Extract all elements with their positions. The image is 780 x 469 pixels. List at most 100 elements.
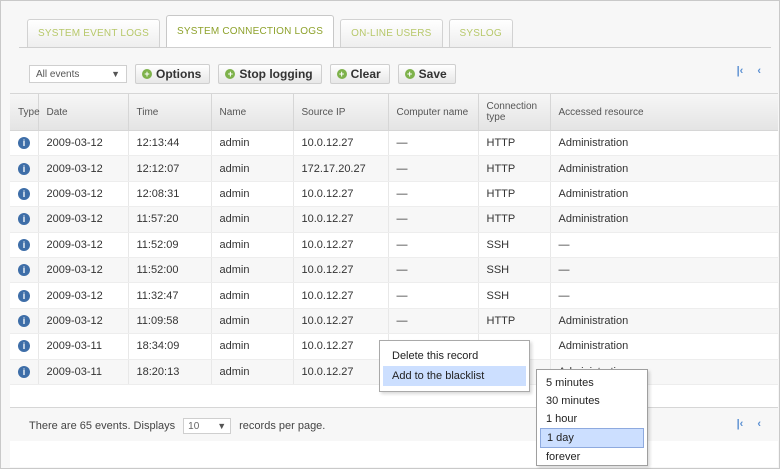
first-page-icon[interactable]: |‹ xyxy=(737,418,744,430)
computer-name-cell: — xyxy=(388,130,479,157)
menu-item-add-to-blacklist[interactable]: Add to the blacklist xyxy=(383,366,526,386)
accessed-resource-cell: Administration xyxy=(550,130,778,157)
stop-icon: + xyxy=(225,69,236,79)
computer-name-cell: — xyxy=(388,181,479,208)
computer-name-cell: — xyxy=(388,282,479,309)
save-button[interactable]: + Save xyxy=(397,64,456,84)
table-row[interactable]: i 2009-03-12 11:32:47 admin 10.0.12.27 —… xyxy=(10,282,778,309)
toolbar: All events ▼ + Options + Stop logging + … xyxy=(29,63,456,85)
tab-online-users[interactable]: ON-LINE USERS xyxy=(340,19,443,47)
column-header-computer-name[interactable]: Computer name xyxy=(388,94,479,131)
chevron-down-icon: ▼ xyxy=(111,69,120,79)
previous-page-icon[interactable]: ‹ xyxy=(757,418,761,430)
save-button-label: Save xyxy=(418,67,447,81)
tab-syslog[interactable]: SYSLOG xyxy=(448,19,513,47)
source-ip-cell: 10.0.12.27 xyxy=(293,333,389,360)
table-row[interactable]: i 2009-03-12 12:13:44 admin 10.0.12.27 —… xyxy=(10,130,778,157)
connection-type-cell: HTTP xyxy=(478,155,551,182)
tab-system-event-logs[interactable]: SYSTEM EVENT LOGS xyxy=(27,19,161,47)
clear-button[interactable]: + Clear xyxy=(329,64,390,84)
clear-icon: + xyxy=(336,69,347,79)
chevron-down-icon: ▼ xyxy=(217,421,227,431)
source-ip-cell: 172.17.20.27 xyxy=(293,155,389,182)
submenu-item-forever[interactable]: forever xyxy=(537,448,647,466)
column-header-date[interactable]: Date xyxy=(38,94,129,131)
type-cell: i xyxy=(10,257,39,284)
info-icon: i xyxy=(18,314,30,327)
computer-name-cell: — xyxy=(388,155,479,182)
event-filter-select[interactable]: All events ▼ xyxy=(29,65,127,83)
records-per-page-select[interactable]: 10 ▼ xyxy=(183,418,232,434)
source-ip-cell: 10.0.12.27 xyxy=(293,282,389,309)
menu-item-delete-record[interactable]: Delete this record xyxy=(380,346,529,366)
submenu-item-30-minutes[interactable]: 30 minutes xyxy=(537,392,647,410)
accessed-resource-cell: Administration xyxy=(550,308,778,335)
table-footer: There are 65 events. Displays 10 ▼ recor… xyxy=(29,416,325,436)
info-icon: i xyxy=(18,365,30,378)
info-icon: i xyxy=(18,238,30,251)
date-cell: 2009-03-12 xyxy=(38,232,129,258)
table-header-row: Type Date Time Name Source IP Computer n… xyxy=(10,94,778,131)
records-per-page-suffix: records per page. xyxy=(239,420,326,432)
name-cell: admin xyxy=(211,359,294,385)
type-cell: i xyxy=(10,232,39,258)
name-cell: admin xyxy=(211,333,294,360)
column-header-type[interactable]: Type xyxy=(10,94,40,131)
info-icon: i xyxy=(18,213,30,226)
submenu-item-1-hour[interactable]: 1 hour xyxy=(537,410,647,428)
type-cell: i xyxy=(10,282,39,309)
info-icon: i xyxy=(18,264,30,277)
time-cell: 12:13:44 xyxy=(128,130,212,157)
name-cell: admin xyxy=(211,181,294,208)
tab-divider xyxy=(19,47,771,48)
name-cell: admin xyxy=(211,232,294,258)
row-context-menu: Delete this record Add to the blacklist xyxy=(379,340,530,392)
table-row[interactable]: i 2009-03-12 12:08:31 admin 10.0.12.27 —… xyxy=(10,181,778,208)
options-button[interactable]: + Options xyxy=(135,64,211,84)
date-cell: 2009-03-12 xyxy=(38,282,129,309)
table-row[interactable]: i 2009-03-12 12:12:07 admin 172.17.20.27… xyxy=(10,155,778,182)
connection-type-cell: SSH xyxy=(478,257,551,284)
stop-logging-button-label: Stop logging xyxy=(239,67,313,81)
column-header-accessed-resource[interactable]: Accessed resource xyxy=(550,94,778,131)
type-cell: i xyxy=(10,359,39,385)
table-row[interactable]: i 2009-03-12 11:52:09 admin 10.0.12.27 —… xyxy=(10,232,778,258)
computer-name-cell: — xyxy=(388,308,479,335)
name-cell: admin xyxy=(211,130,294,157)
source-ip-cell: 10.0.12.27 xyxy=(293,308,389,335)
type-cell: i xyxy=(10,130,39,157)
tab-system-connection-logs[interactable]: SYSTEM CONNECTION LOGS xyxy=(166,15,335,47)
records-per-page-value: 10 xyxy=(188,420,200,432)
column-header-name[interactable]: Name xyxy=(211,94,294,131)
date-cell: 2009-03-11 xyxy=(38,333,129,360)
computer-name-cell: — xyxy=(388,232,479,258)
submenu-item-5-minutes[interactable]: 5 minutes xyxy=(537,374,647,392)
date-cell: 2009-03-12 xyxy=(38,257,129,284)
accessed-resource-cell: — xyxy=(550,282,778,309)
time-cell: 11:32:47 xyxy=(128,282,212,309)
column-header-source-ip[interactable]: Source IP xyxy=(293,94,389,131)
date-cell: 2009-03-12 xyxy=(38,130,129,157)
table-row[interactable]: i 2009-03-12 11:09:58 admin 10.0.12.27 —… xyxy=(10,308,778,335)
type-cell: i xyxy=(10,206,39,233)
accessed-resource-cell: Administration xyxy=(550,333,778,360)
clear-button-label: Clear xyxy=(350,67,381,81)
previous-page-icon[interactable]: ‹ xyxy=(757,65,761,77)
submenu-item-1-day[interactable]: 1 day xyxy=(540,428,644,448)
first-page-icon[interactable]: |‹ xyxy=(737,65,744,77)
stop-logging-button[interactable]: + Stop logging xyxy=(218,64,322,84)
column-header-connection-type[interactable]: Connection type xyxy=(478,94,551,131)
source-ip-cell: 10.0.12.27 xyxy=(293,130,389,157)
info-icon: i xyxy=(18,187,30,200)
options-button-label: Options xyxy=(156,67,202,81)
column-header-time[interactable]: Time xyxy=(128,94,212,131)
save-icon: + xyxy=(404,69,415,79)
table-row[interactable]: i 2009-03-12 11:57:20 admin 10.0.12.27 —… xyxy=(10,206,778,233)
date-cell: 2009-03-12 xyxy=(38,206,129,233)
connection-logs-window: SYSTEM EVENT LOGS SYSTEM CONNECTION LOGS… xyxy=(0,0,780,469)
name-cell: admin xyxy=(211,308,294,335)
tab-bar: SYSTEM EVENT LOGS SYSTEM CONNECTION LOGS… xyxy=(27,15,513,47)
time-cell: 11:52:09 xyxy=(128,232,212,258)
table-row[interactable]: i 2009-03-12 11:52:00 admin 10.0.12.27 —… xyxy=(10,257,778,284)
accessed-resource-cell: Administration xyxy=(550,181,778,208)
